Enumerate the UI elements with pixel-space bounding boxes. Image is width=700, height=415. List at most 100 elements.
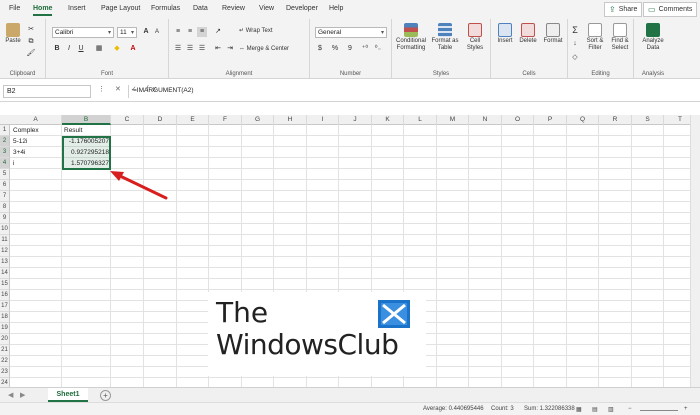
row-header-13[interactable]: 13 — [0, 257, 10, 268]
delete-button[interactable]: Delete — [517, 23, 539, 45]
shrink-font-button[interactable]: A — [152, 27, 162, 37]
italic-button[interactable]: I — [64, 44, 74, 54]
column-header-g[interactable]: G — [242, 115, 274, 125]
insert-button[interactable]: Insert — [494, 23, 516, 45]
row-header-3[interactable]: 3 — [0, 147, 10, 158]
orientation-icon[interactable]: ↗ — [213, 27, 223, 37]
cell-a2[interactable]: 5-12i — [11, 136, 29, 147]
tab-data[interactable]: Data — [193, 5, 208, 12]
column-header-j[interactable]: J — [339, 115, 372, 125]
cell-styles-button[interactable]: Cell Styles — [462, 23, 488, 52]
row-header-18[interactable]: 18 — [0, 312, 10, 323]
tab-file[interactable]: File — [9, 5, 20, 12]
cell-b4[interactable]: 1.570796327 — [62, 158, 111, 169]
tab-developer[interactable]: Developer — [286, 5, 318, 12]
page-layout-view-icon[interactable]: ▤ — [592, 406, 598, 413]
tab-page-layout[interactable]: Page Layout — [101, 5, 140, 12]
cell-a4[interactable]: i — [11, 158, 16, 169]
conditional-formatting-button[interactable]: Conditional Formatting — [394, 23, 428, 52]
grow-font-button[interactable]: A — [141, 27, 151, 37]
cell-b3[interactable]: 0.927295218 — [62, 147, 111, 158]
sheet-tab-sheet1[interactable]: Sheet1 — [48, 388, 88, 402]
normal-view-icon[interactable]: ▦ — [576, 406, 582, 413]
column-header-q[interactable]: Q — [567, 115, 599, 125]
underline-button[interactable]: U — [76, 44, 86, 54]
fill-color-icon[interactable]: ◆ — [112, 44, 122, 54]
next-sheet-icon[interactable]: ▶ — [20, 391, 25, 399]
share-button[interactable]: ⇪ Share — [604, 2, 643, 17]
find-select-button[interactable]: Find & Select — [608, 23, 632, 52]
row-header-17[interactable]: 17 — [0, 301, 10, 312]
tab-insert[interactable]: Insert — [68, 5, 86, 12]
align-left-icon[interactable]: ☰ — [173, 44, 183, 54]
tab-home[interactable]: Home — [33, 5, 53, 16]
tab-view[interactable]: View — [259, 5, 274, 12]
decrease-decimal-icon[interactable]: ⁰₋ — [373, 44, 383, 54]
align-middle-icon[interactable]: ≡ — [185, 27, 195, 37]
column-header-f[interactable]: F — [209, 115, 242, 125]
prev-sheet-icon[interactable]: ◀ — [8, 391, 13, 399]
comments-button[interactable]: ▭ Comments — [643, 2, 698, 17]
row-header-4[interactable]: 4 — [0, 158, 10, 169]
analyze-data-button[interactable]: Analyze Data — [638, 23, 668, 52]
formula-input[interactable]: =IMARGUMENT(A2) — [128, 85, 695, 98]
paste-button[interactable]: Paste — [4, 23, 22, 45]
row-header-19[interactable]: 19 — [0, 323, 10, 334]
borders-icon[interactable]: ▦ — [94, 44, 104, 54]
column-header-l[interactable]: L — [404, 115, 437, 125]
name-box[interactable]: B2 — [3, 85, 91, 98]
decrease-indent-icon[interactable]: ⇤ — [213, 44, 223, 54]
tab-formulas[interactable]: Formulas — [151, 5, 180, 12]
align-center-icon[interactable]: ☰ — [185, 44, 195, 54]
row-header-14[interactable]: 14 — [0, 268, 10, 279]
tab-review[interactable]: Review — [222, 5, 245, 12]
row-header-12[interactable]: 12 — [0, 246, 10, 257]
increase-decimal-icon[interactable]: ⁺⁰ — [360, 44, 370, 54]
comma-button[interactable]: 9 — [345, 44, 355, 54]
row-header-23[interactable]: 23 — [0, 367, 10, 378]
cell-b2[interactable]: -1.176005207 — [62, 136, 111, 147]
row-header-8[interactable]: 8 — [0, 202, 10, 213]
page-break-view-icon[interactable]: ▥ — [608, 406, 614, 413]
format-button[interactable]: Format — [541, 23, 565, 45]
column-header-s[interactable]: S — [632, 115, 664, 125]
column-header-n[interactable]: N — [469, 115, 502, 125]
column-header-o[interactable]: O — [502, 115, 534, 125]
column-header-m[interactable]: M — [437, 115, 469, 125]
wrap-text-button[interactable]: ↵ Wrap Text — [239, 28, 273, 35]
column-header-d[interactable]: D — [144, 115, 177, 125]
currency-button[interactable]: $ — [315, 44, 325, 54]
row-header-9[interactable]: 9 — [0, 213, 10, 224]
column-header-k[interactable]: K — [372, 115, 404, 125]
cut-icon[interactable]: ✂ — [26, 25, 36, 35]
increase-indent-icon[interactable]: ⇥ — [225, 44, 235, 54]
number-format-select[interactable]: General — [315, 27, 387, 38]
autosum-icon[interactable]: Σ — [570, 25, 580, 35]
cell-b1[interactable]: Result — [62, 125, 84, 136]
column-header-a[interactable]: A — [10, 115, 62, 125]
merge-center-button[interactable]: ⇔ Merge & Center — [239, 46, 289, 53]
row-header-10[interactable]: 10 — [0, 224, 10, 235]
column-header-e[interactable]: E — [177, 115, 209, 125]
copy-icon[interactable]: ⧉ — [26, 37, 36, 47]
row-header-5[interactable]: 5 — [0, 169, 10, 180]
column-header-b[interactable]: B — [62, 115, 111, 125]
font-color-icon[interactable]: A — [128, 44, 138, 54]
bold-button[interactable]: B — [52, 44, 62, 54]
align-top-icon[interactable]: ≡ — [173, 27, 183, 37]
format-painter-icon[interactable]: 🖌 — [26, 49, 36, 59]
font-size-select[interactable]: 11 — [117, 27, 137, 38]
row-header-1[interactable]: 1 — [0, 125, 10, 136]
clear-icon[interactable]: ◇ — [570, 53, 580, 63]
align-right-icon[interactable]: ☰ — [197, 44, 207, 54]
percent-button[interactable]: % — [330, 44, 340, 54]
row-header-22[interactable]: 22 — [0, 356, 10, 367]
cell-a3[interactable]: 3+4i — [11, 147, 27, 158]
format-as-table-button[interactable]: Format as Table — [430, 23, 460, 52]
zoom-slider[interactable] — [640, 410, 678, 411]
row-header-11[interactable]: 11 — [0, 235, 10, 246]
vertical-scrollbar[interactable] — [690, 115, 700, 387]
row-header-2[interactable]: 2 — [0, 136, 10, 147]
column-header-c[interactable]: C — [111, 115, 144, 125]
tab-help[interactable]: Help — [329, 5, 343, 12]
